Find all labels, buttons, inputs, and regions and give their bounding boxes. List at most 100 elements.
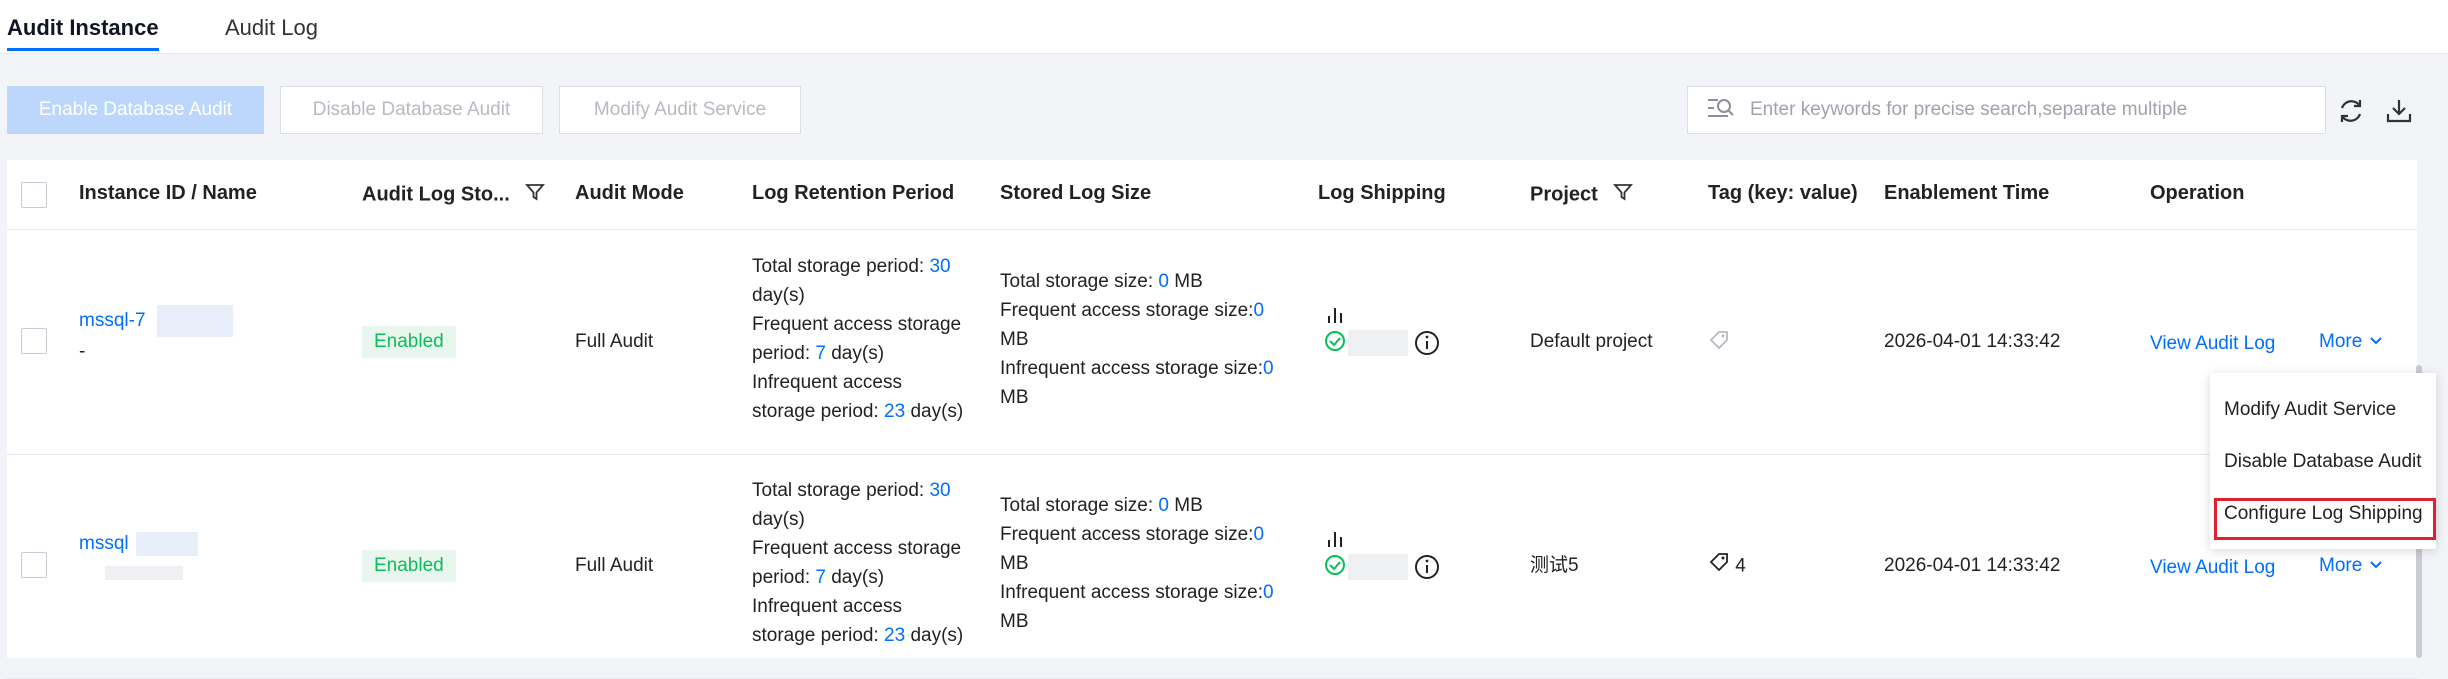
refresh-icon[interactable] [2336, 96, 2366, 126]
download-icon[interactable] [2384, 96, 2414, 126]
size-total-value: 0 [1158, 495, 1169, 516]
column-project-label: Project [1530, 183, 1598, 206]
column-tag: Tag (key: value) [1708, 182, 1858, 204]
retention-cell: Total storage period: 30 day(s) Frequent… [752, 252, 987, 426]
table-row: mssql Enabled Full Audit Total storage p… [7, 455, 2417, 679]
retention-infrequent-label: Infrequent access [752, 372, 902, 393]
audit-mode: Full Audit [575, 331, 654, 352]
retention-frequent-value: 7 [815, 567, 826, 588]
column-operation: Operation [2150, 182, 2245, 204]
column-audit-mode: Audit Mode [575, 182, 684, 204]
column-stored-size: Stored Log Size [1000, 182, 1152, 204]
retention-frequent-value: 7 [815, 343, 826, 364]
retention-total-unit: day(s) [752, 509, 805, 530]
more-label: More [2319, 555, 2363, 576]
tab-audit-instance[interactable]: Audit Instance [7, 15, 159, 51]
audit-instance-table: Instance ID / Name Audit Log Sto... Audi… [7, 160, 2417, 679]
search-input[interactable] [1750, 99, 2310, 121]
enable-database-audit-button[interactable]: Enable Database Audit [7, 86, 264, 134]
search-icon [1706, 96, 1736, 125]
column-project: Project [1530, 182, 1634, 208]
more-dropdown-menu: Modify Audit Service Disable Database Au… [2210, 373, 2436, 549]
project: Default project [1530, 331, 1653, 352]
status-badge: Enabled [362, 326, 456, 358]
menu-item-configure-log-shipping[interactable]: Configure Log Shipping [2224, 503, 2423, 525]
instance-id-link[interactable]: mssql-7 [79, 310, 146, 331]
filter-icon[interactable] [525, 182, 546, 208]
size-total-unit: MB [1169, 271, 1203, 292]
enablement-time: 2026-04-01 14:33:42 [1884, 555, 2061, 576]
more-dropdown[interactable]: More [2319, 551, 2384, 580]
bar-chart-icon [1325, 528, 1345, 557]
chevron-down-icon [2368, 331, 2384, 352]
retention-infrequent-value: 23 [884, 401, 906, 422]
retention-total-value: 30 [929, 480, 951, 501]
redacted-block [105, 565, 183, 580]
row-checkbox[interactable] [21, 552, 47, 578]
retention-total-value: 30 [929, 256, 951, 277]
size-frequent-value: 0 [1253, 300, 1265, 321]
stored-size-cell: Total storage size: 0 MB Frequent access… [1000, 267, 1290, 412]
retention-total-unit: day(s) [752, 285, 805, 306]
size-frequent-label: Frequent access storage size: [1000, 300, 1254, 321]
more-label: More [2319, 331, 2363, 352]
row-checkbox[interactable] [21, 328, 47, 354]
tag-icon[interactable] [1708, 553, 1730, 578]
bar-chart-icon [1325, 304, 1345, 333]
tag-count: 4 [1735, 555, 1746, 577]
retention-frequent-unit: day(s) [825, 567, 885, 588]
status-badge: Enabled [362, 550, 456, 582]
retention-infrequent-label-2: storage period: [752, 625, 885, 646]
column-audit-log-storage: Audit Log Sto... [362, 182, 546, 208]
retention-infrequent-label-2: storage period: [752, 401, 885, 422]
size-total-label: Total storage size: [1000, 495, 1159, 516]
modify-audit-service-button[interactable]: Modify Audit Service [559, 86, 801, 134]
check-circle-icon [1324, 554, 1346, 585]
tag-cell: 4 [1708, 551, 1746, 582]
column-retention: Log Retention Period [752, 182, 955, 204]
retention-infrequent-unit: day(s) [905, 625, 964, 646]
redacted-block [1348, 330, 1408, 356]
search-box[interactable] [1687, 86, 2326, 134]
size-infrequent-unit: MB [1000, 387, 1029, 408]
menu-item-disable-database-audit[interactable]: Disable Database Audit [2224, 451, 2422, 473]
tab-audit-log[interactable]: Audit Log [225, 15, 318, 41]
redacted-block [1348, 554, 1408, 580]
size-frequent-unit: MB [1000, 553, 1029, 574]
retention-cell: Total storage period: 30 day(s) Frequent… [752, 476, 987, 650]
instance-name: - [79, 341, 86, 362]
size-total-unit: MB [1169, 495, 1203, 516]
redacted-block [135, 531, 198, 556]
table-row: mssql-7 - Enabled Full Audit Total stora… [7, 231, 2417, 455]
retention-infrequent-label: Infrequent access [752, 596, 902, 617]
chevron-down-icon [2368, 555, 2384, 576]
size-infrequent-value: 0 [1262, 358, 1274, 379]
info-icon[interactable] [1414, 330, 1440, 365]
view-audit-log-link[interactable]: View Audit Log [2150, 553, 2275, 582]
menu-item-modify-audit-service[interactable]: Modify Audit Service [2224, 399, 2396, 421]
view-audit-log-link[interactable]: View Audit Log [2150, 329, 2275, 358]
tag-cell [1708, 329, 1730, 360]
info-icon[interactable] [1414, 554, 1440, 589]
stored-size-cell: Total storage size: 0 MB Frequent access… [1000, 491, 1290, 636]
instance-id-link[interactable]: mssql [79, 533, 129, 554]
audit-mode: Full Audit [575, 555, 654, 576]
size-total-label: Total storage size: [1000, 271, 1159, 292]
instance-cell: mssql-7 - [79, 305, 233, 366]
column-log-shipping: Log Shipping [1318, 182, 1446, 204]
retention-frequent-unit: day(s) [825, 343, 885, 364]
instance-cell: mssql [79, 529, 198, 587]
column-instance: Instance ID / Name [79, 182, 257, 204]
filter-icon[interactable] [1613, 182, 1634, 208]
project: 测试5 [1530, 555, 1579, 576]
tab-bar: Audit Instance Audit Log [0, 0, 2448, 54]
disable-database-audit-button[interactable]: Disable Database Audit [280, 86, 543, 134]
tag-icon[interactable] [1708, 331, 1730, 356]
check-circle-icon [1324, 330, 1346, 361]
select-all-checkbox[interactable] [21, 182, 47, 208]
size-frequent-unit: MB [1000, 329, 1029, 350]
more-dropdown[interactable]: More [2319, 327, 2384, 356]
retention-infrequent-unit: day(s) [905, 401, 964, 422]
retention-total-label: Total storage period: [752, 480, 930, 501]
retention-total-label: Total storage period: [752, 256, 930, 277]
